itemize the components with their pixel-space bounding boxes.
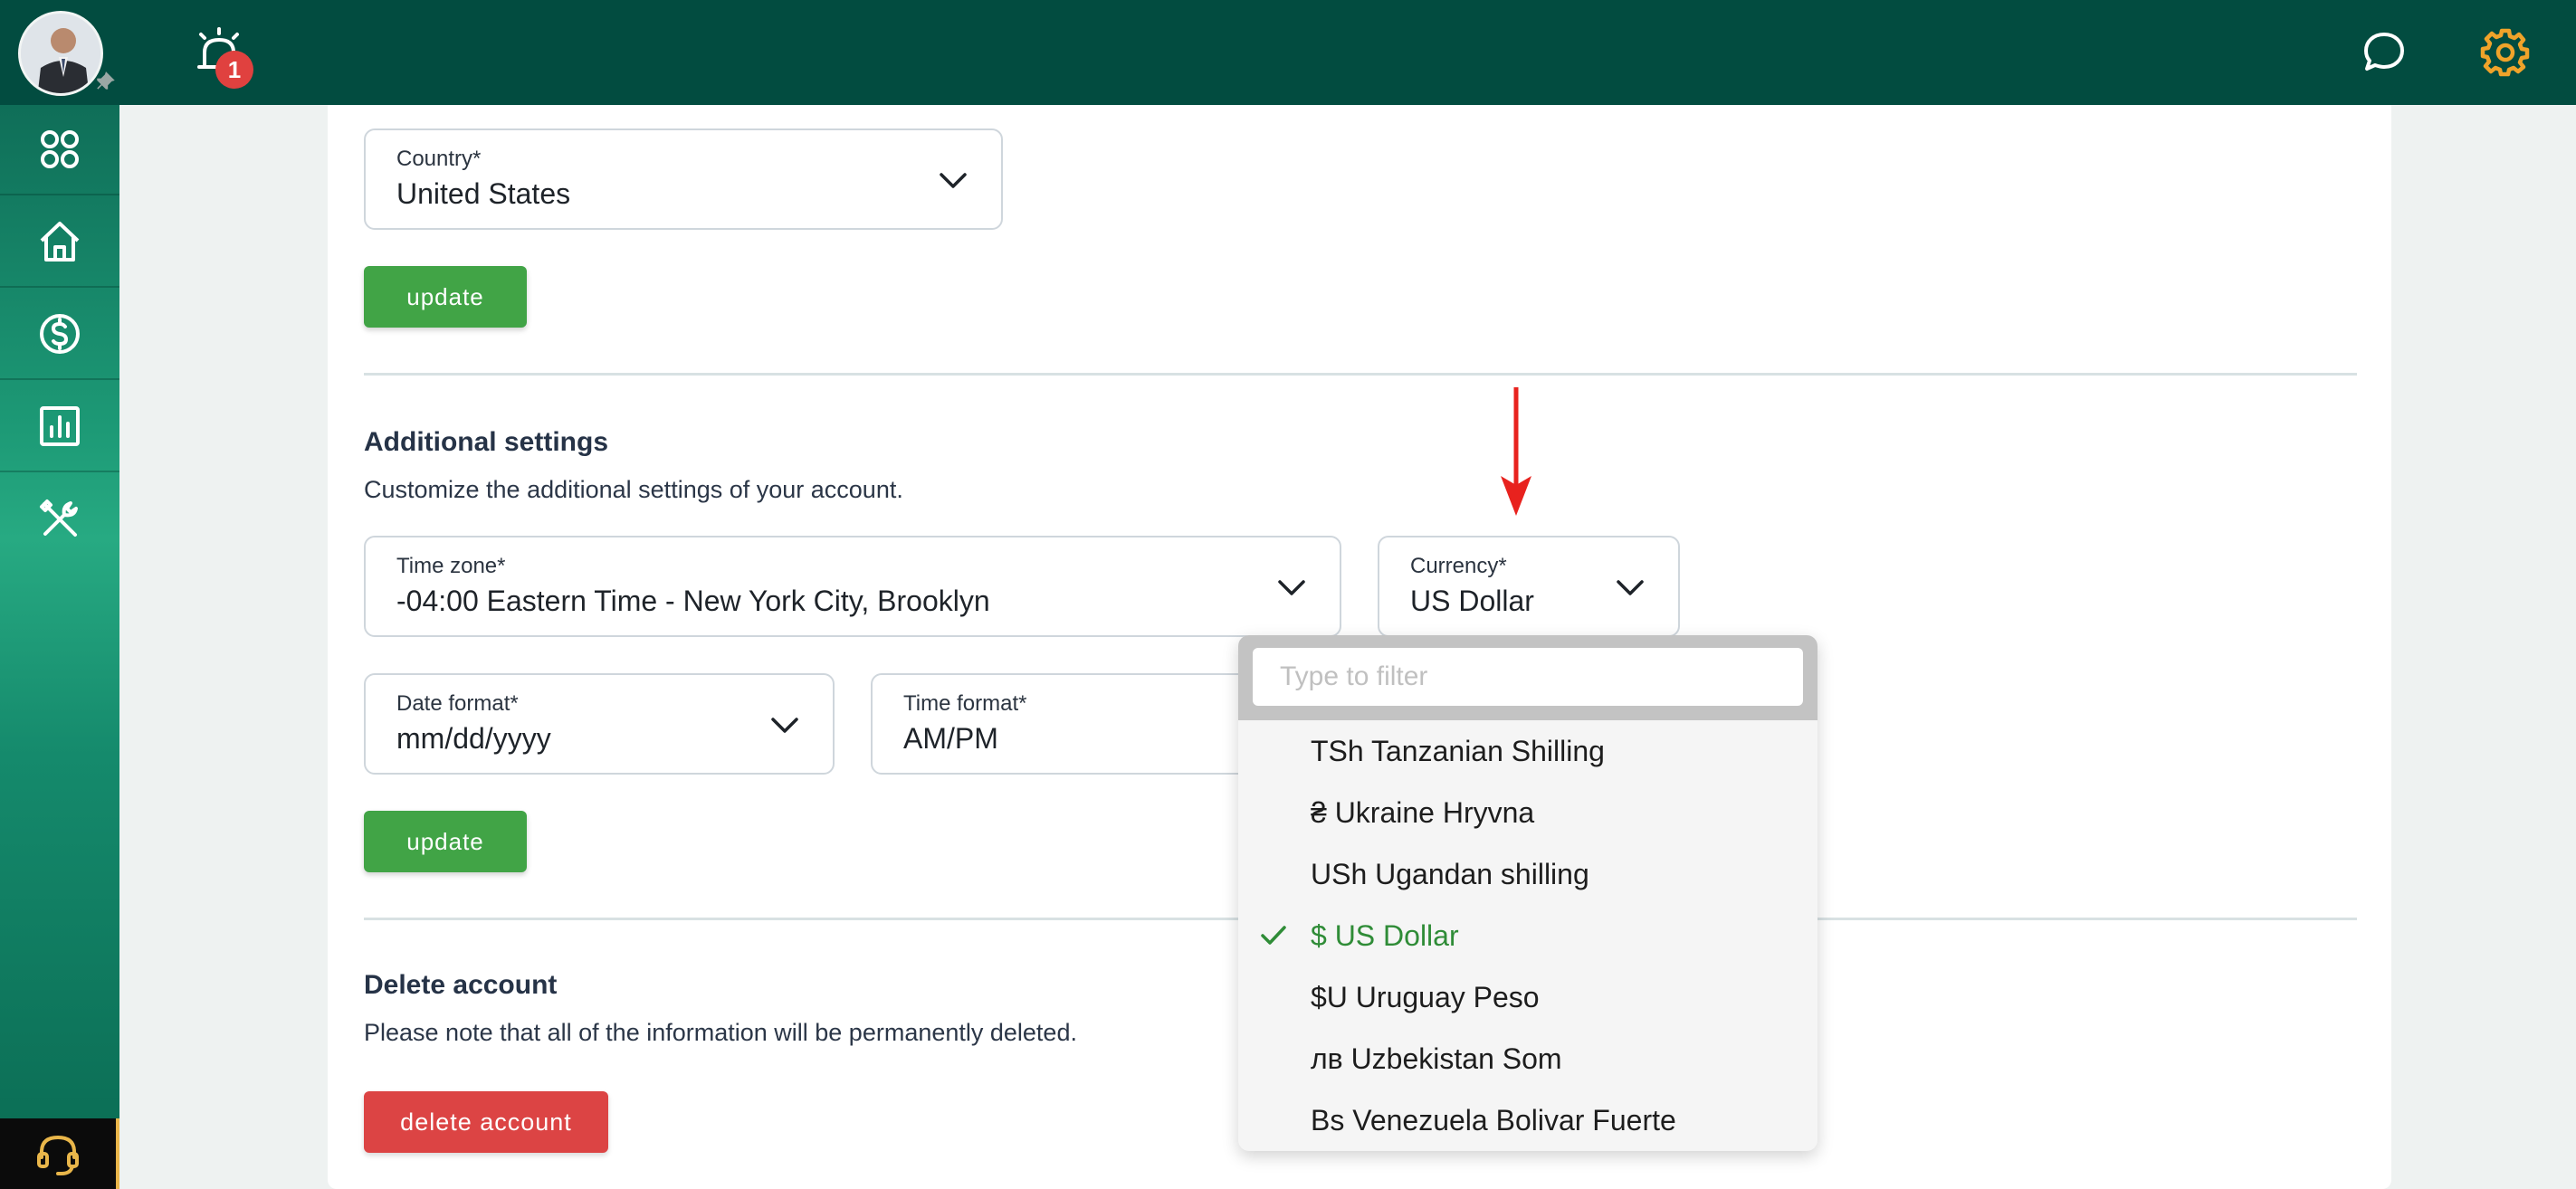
- pin-icon[interactable]: [94, 71, 118, 94]
- currency-option[interactable]: ₴ Ukraine Hryvna: [1238, 782, 1818, 843]
- timezone-select[interactable]: Time zone* -04:00 Eastern Time - New Yor…: [364, 536, 1341, 637]
- sidebar: [0, 105, 119, 1189]
- currency-value: US Dollar: [1410, 585, 1534, 617]
- currency-option-selected[interactable]: $ US Dollar: [1238, 905, 1818, 966]
- timezone-value: -04:00 Eastern Time - New York City, Bro…: [396, 585, 990, 617]
- currency-label: Currency*: [1410, 554, 1507, 578]
- timezone-label: Time zone*: [396, 554, 506, 578]
- country-label: Country*: [396, 147, 482, 171]
- chevron-down-icon: [1617, 580, 1644, 595]
- currency-option-label: $U Uruguay Peso: [1311, 980, 1540, 1013]
- time-format-value: AM/PM: [903, 722, 998, 755]
- sidebar-item-finance[interactable]: [0, 290, 119, 380]
- delete-account-title: Delete account: [364, 970, 558, 1000]
- user-avatar[interactable]: [18, 11, 103, 96]
- delete-account-button[interactable]: delete account: [364, 1091, 608, 1153]
- chevron-down-icon: [1278, 580, 1305, 595]
- currency-option-label: $ US Dollar: [1311, 918, 1459, 952]
- bar-chart-icon: [40, 406, 80, 446]
- delete-account-description: Please note that all of the information …: [364, 1019, 1077, 1046]
- chat-bubble-icon[interactable]: [2361, 29, 2408, 76]
- apps-grid-icon: [41, 130, 79, 168]
- checkmark-icon: [1261, 926, 1286, 945]
- date-format-value: mm/dd/yyyy: [396, 722, 551, 755]
- support-button[interactable]: [0, 1118, 119, 1189]
- additional-settings-description: Customize the additional settings of you…: [364, 476, 903, 503]
- dropdown-filter-bar: [1238, 635, 1818, 720]
- section-divider: [364, 373, 2357, 376]
- currency-option-label: Bs Venezuela Bolivar Fuerte: [1311, 1103, 1676, 1137]
- currency-option[interactable]: лв Uzbekistan Som: [1238, 1028, 1818, 1089]
- sidebar-item-reports[interactable]: [0, 382, 119, 472]
- country-value: United States: [396, 177, 571, 210]
- currency-option-label: лв Uzbekistan Som: [1311, 1042, 1562, 1075]
- top-bar: 1: [0, 0, 2576, 105]
- time-format-label: Time format*: [903, 691, 1027, 716]
- date-format-select[interactable]: Date format* mm/dd/yyyy: [364, 673, 835, 775]
- tools-icon: [40, 499, 78, 537]
- currency-option[interactable]: TSh Tanzanian Shilling: [1238, 720, 1818, 782]
- sidebar-item-apps[interactable]: [0, 105, 119, 195]
- currency-option-label: TSh Tanzanian Shilling: [1311, 734, 1605, 767]
- sidebar-item-tools[interactable]: [0, 474, 119, 565]
- update-additional-button[interactable]: update: [364, 811, 527, 872]
- currency-option-label: USh Ugandan shilling: [1311, 857, 1589, 890]
- notification-badge: 1: [215, 51, 253, 89]
- date-format-label: Date format*: [396, 691, 519, 716]
- update-country-button[interactable]: update: [364, 266, 527, 328]
- gear-icon[interactable]: [2480, 27, 2531, 78]
- additional-settings-title: Additional settings: [364, 427, 608, 457]
- currency-option[interactable]: $U Uruguay Peso: [1238, 966, 1818, 1028]
- dollar-circle-icon: [40, 314, 80, 354]
- chevron-down-icon: [940, 173, 967, 188]
- headset-icon: [37, 1135, 79, 1175]
- currency-option[interactable]: Bs Venezuela Bolivar Fuerte: [1238, 1089, 1818, 1151]
- avatar-image: [21, 14, 100, 93]
- home-icon: [40, 222, 80, 262]
- red-arrow-annotation: [1501, 387, 1531, 516]
- currency-option[interactable]: USh Ugandan shilling: [1238, 843, 1818, 905]
- currency-option-label: ₴ Ukraine Hryvna: [1311, 795, 1535, 829]
- currency-dropdown: TSh Tanzanian Shilling ₴ Ukraine Hryvna …: [1238, 635, 1818, 1151]
- currency-filter-input[interactable]: [1253, 648, 1803, 706]
- currency-select[interactable]: Currency* US Dollar: [1378, 536, 1680, 637]
- sidebar-item-home[interactable]: [0, 197, 119, 288]
- chevron-down-icon: [771, 718, 798, 733]
- country-select[interactable]: Country* United States: [364, 128, 1003, 230]
